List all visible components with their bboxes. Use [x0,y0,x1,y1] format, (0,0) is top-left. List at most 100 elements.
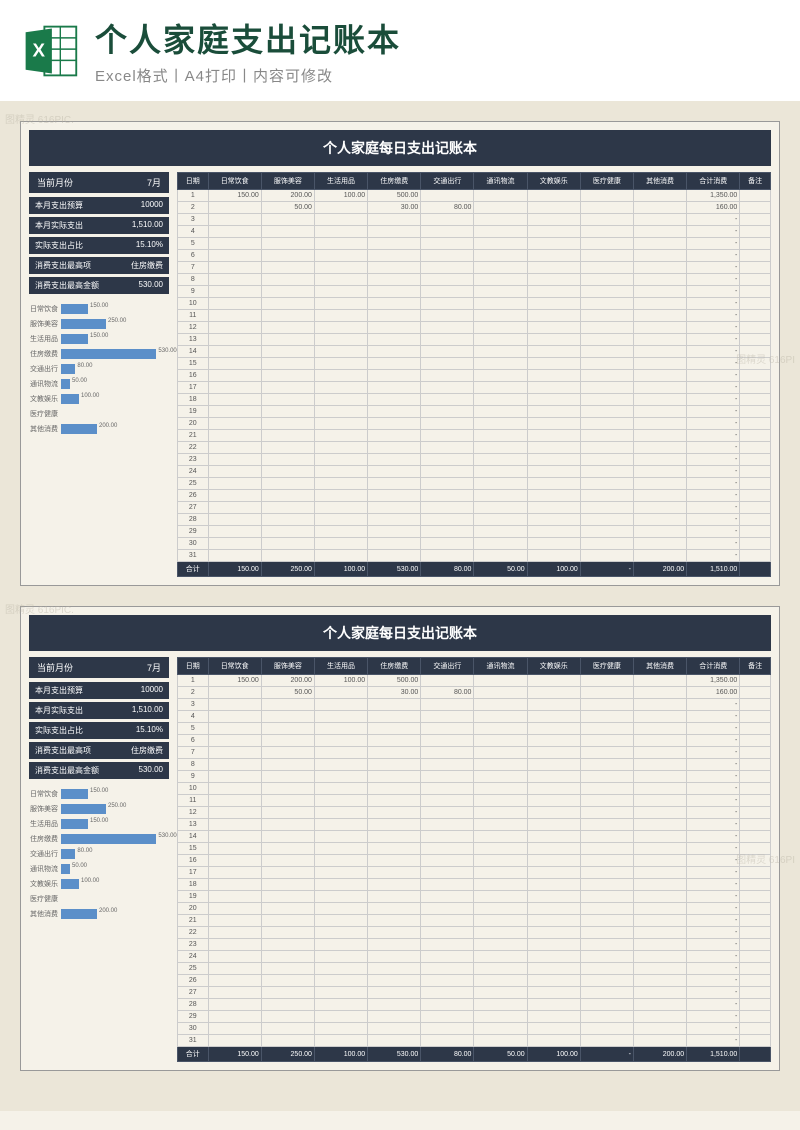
data-cell [208,298,261,310]
data-cell: 500.00 [368,190,421,202]
data-cell [633,526,686,538]
data-cell [368,442,421,454]
data-cell [740,310,771,322]
data-cell [368,238,421,250]
data-cell [580,951,633,963]
data-cell [580,927,633,939]
summary-row: 实际支出占比 15.10% [29,722,169,739]
summary-label: 实际支出占比 [35,725,83,736]
data-cell [421,711,474,723]
data-cell [261,915,314,927]
table-header: 服饰美容 [261,173,314,190]
data-cell [314,891,367,903]
table-row: 30- [178,538,771,550]
data-cell [368,939,421,951]
data-cell [261,298,314,310]
date-cell: 17 [178,382,209,394]
data-cell [633,358,686,370]
date-cell: 29 [178,526,209,538]
data-cell: - [687,454,740,466]
table-header: 合计消费 [687,658,740,675]
date-cell: 16 [178,855,209,867]
data-cell [527,322,580,334]
data-cell [474,867,527,879]
data-cell [314,202,367,214]
data-cell [314,298,367,310]
data-cell [368,346,421,358]
data-cell [527,795,580,807]
data-cell [580,843,633,855]
total-cell: 80.00 [421,562,474,577]
data-cell [633,879,686,891]
data-cell [368,999,421,1011]
data-cell [421,406,474,418]
data-cell [474,723,527,735]
date-cell: 26 [178,975,209,987]
data-cell [261,538,314,550]
data-cell: - [687,879,740,891]
data-cell: - [687,286,740,298]
data-cell [261,346,314,358]
data-cell [474,538,527,550]
data-cell [474,711,527,723]
date-cell: 26 [178,490,209,502]
data-cell [580,370,633,382]
data-cell [527,406,580,418]
data-cell [261,406,314,418]
chart-category-label: 服饰美容 [29,319,61,329]
data-cell [633,795,686,807]
data-cell [527,819,580,831]
date-cell: 3 [178,214,209,226]
data-cell [314,310,367,322]
data-cell [527,262,580,274]
data-cell [740,879,771,891]
data-cell [580,807,633,819]
data-cell [368,514,421,526]
chart-category-label: 文教娱乐 [29,394,61,404]
data-cell: - [687,723,740,735]
data-cell [527,879,580,891]
data-cell [314,538,367,550]
table-row: 15- [178,843,771,855]
data-cell [368,334,421,346]
chart-value-label: 150.00 [90,788,108,794]
data-cell [208,831,261,843]
data-cell [527,807,580,819]
data-cell [740,298,771,310]
data-cell [368,987,421,999]
data-cell [740,286,771,298]
data-cell [421,286,474,298]
data-cell [527,1035,580,1047]
data-cell [633,298,686,310]
table-row: 250.0030.0080.00160.00 [178,202,771,214]
data-cell [208,843,261,855]
data-cell [261,430,314,442]
data-cell: 30.00 [368,687,421,699]
table-header: 日期 [178,173,209,190]
data-cell [633,699,686,711]
data-cell [368,490,421,502]
table-header: 日常饮食 [208,658,261,675]
data-cell [527,723,580,735]
data-cell [633,951,686,963]
data-cell [314,843,367,855]
data-cell [421,699,474,711]
chart-bar-row: 日常饮食 150.00 [29,304,169,314]
data-cell [580,406,633,418]
data-cell [474,250,527,262]
data-cell [633,999,686,1011]
data-cell [208,394,261,406]
data-cell [314,999,367,1011]
chart-bar-row: 其他消费 200.00 [29,909,169,919]
data-cell [474,915,527,927]
data-cell [633,807,686,819]
data-cell [580,795,633,807]
data-cell [580,699,633,711]
data-cell: - [687,538,740,550]
data-cell: - [687,238,740,250]
data-cell [314,214,367,226]
data-cell [474,771,527,783]
data-cell [314,963,367,975]
data-cell [527,274,580,286]
total-cell: 1,510.00 [687,562,740,577]
